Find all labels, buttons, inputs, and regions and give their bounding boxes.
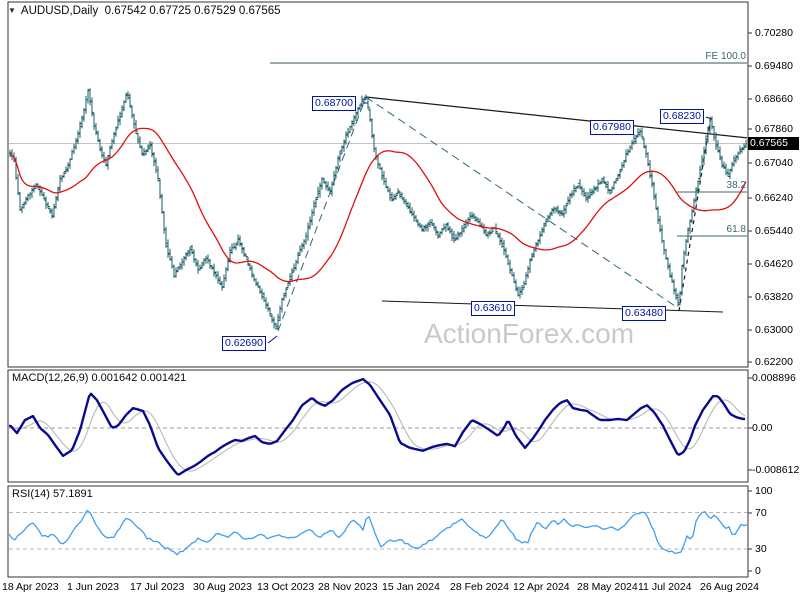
- macd-axis-label: -0.008612: [752, 464, 800, 476]
- rsi-indicator-label: RSI(14) 57.1891: [12, 488, 93, 500]
- date-axis-label: 28 Feb 2024: [450, 581, 509, 593]
- price-axis-label: 0.66240: [755, 192, 793, 204]
- rsi-axis-label: 100: [755, 485, 773, 497]
- annotation-line: [381, 300, 724, 313]
- date-axis-label: 17 Jul 2023: [130, 581, 185, 593]
- price-axis-label: 0.69480: [755, 60, 793, 72]
- forex-chart-window: ▼ AUDUSD,Daily 0.67542 0.67725 0.67529 0.…: [0, 0, 800, 600]
- fib-level-label: 38.2: [726, 180, 746, 191]
- chart-symbol-period: AUDUSD,Daily: [20, 5, 99, 17]
- symbol-dropdown-icon[interactable]: ▼: [8, 6, 16, 15]
- price-annotation-box: 0.63610: [471, 301, 515, 316]
- date-axis-label: 1 Jun 2023: [67, 581, 119, 593]
- price-annotation-box: 0.68230: [660, 109, 704, 124]
- price-axis-label: 0.62200: [755, 356, 793, 368]
- annotation-line: [277, 96, 367, 332]
- date-axis-label: 28 May 2024: [577, 581, 638, 593]
- date-axis-label: 13 Oct 2023: [257, 581, 315, 593]
- date-axis-label: 12 Apr 2024: [513, 581, 570, 593]
- date-axis-label: 15 Jan 2024: [382, 581, 440, 593]
- rsi-axis-label: 0: [755, 565, 761, 577]
- rsi-line: [9, 509, 747, 556]
- rsi-axis-label: 70: [755, 507, 767, 519]
- macd-axis-label: 0.008896: [752, 372, 796, 384]
- macd-axis-label: 0.00: [752, 422, 773, 434]
- fib-level-label: FE 100.0: [705, 51, 746, 62]
- price-axis-label: 0.64620: [755, 258, 793, 270]
- chart-canvas: [7, 1, 752, 578]
- price-axis-label: 0.70280: [755, 27, 793, 39]
- annotation-line: [267, 335, 278, 344]
- macd-panel-frame: [7, 369, 749, 483]
- main-price-layer: [9, 62, 747, 344]
- price-axis-label: 0.68660: [755, 93, 793, 105]
- price-axis-label: 0.67040: [755, 157, 793, 169]
- moving-average-line: [9, 127, 747, 283]
- chart-ohlc-quote: 0.67542 0.67725 0.67529 0.67565: [104, 5, 281, 17]
- macd-main-line: [9, 377, 745, 476]
- price-bars-series: [9, 88, 747, 330]
- price-axis-label: 0.67860: [755, 123, 793, 135]
- price-annotation-box: 0.63480: [622, 306, 666, 321]
- date-axis-label: 28 Nov 2023: [318, 581, 378, 593]
- date-axis-label: 26 Aug 2024: [700, 581, 759, 593]
- fib-level-label: 61.8: [726, 224, 746, 235]
- price-annotation-box: 0.62690: [222, 336, 266, 351]
- date-axis-label: 18 Apr 2023: [2, 581, 59, 593]
- rsi-layer: [9, 509, 747, 556]
- macd-indicator-label: MACD(12,26,9) 0.001642 0.001421: [12, 372, 187, 384]
- date-axis-label: 30 Aug 2023: [193, 581, 252, 593]
- rsi-axis-label: 30: [755, 543, 767, 555]
- rsi-panel-frame: [7, 485, 749, 578]
- macd-layer: [9, 377, 747, 476]
- price-axis-label: 0.63820: [755, 291, 793, 303]
- date-axis-label: 11 Jul 2024: [638, 581, 692, 593]
- price-axis-label: 0.65440: [755, 225, 793, 237]
- price-annotation-box: 0.67980: [590, 120, 634, 135]
- current-price-badge: 0.67565: [748, 137, 799, 150]
- price-axis-label: 0.63000: [755, 324, 793, 336]
- watermark: ActionForex.com: [424, 318, 635, 349]
- chart-title: ▼ AUDUSD,Daily 0.67542 0.67725 0.67529 0.…: [8, 5, 281, 17]
- price-annotation-box: 0.68700: [312, 96, 356, 111]
